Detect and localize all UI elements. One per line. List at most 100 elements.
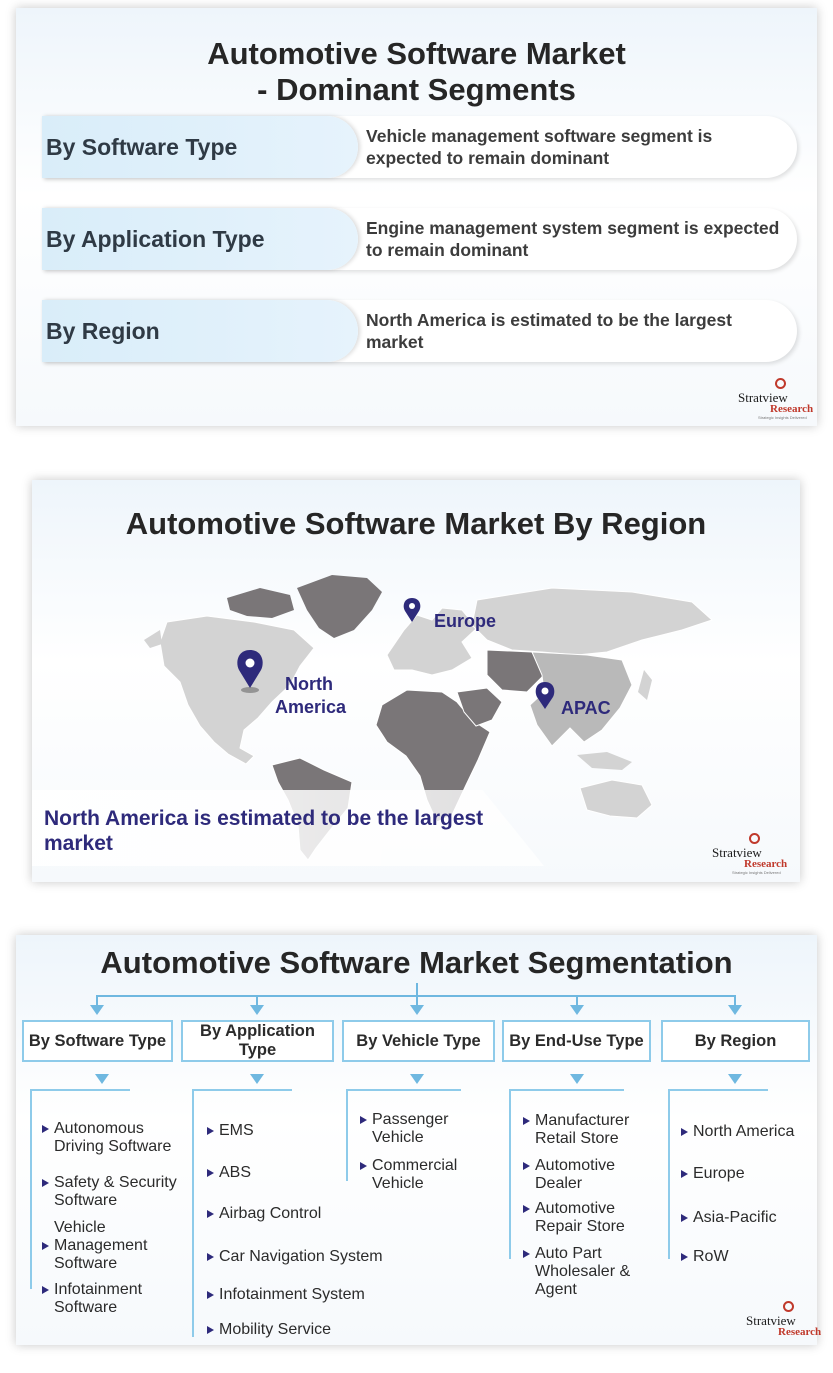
arrow-down-icon [250,1074,264,1084]
list-item: Infotainment Software [42,1281,174,1317]
list-item: Manufacturer Retail Store [523,1112,655,1148]
bullet-arrow-icon [42,1242,49,1250]
list-item: Automotive Repair Store [523,1200,655,1236]
segment-description: Engine management system segment is expe… [366,218,780,260]
list-item-text: ABS [219,1164,252,1181]
category-region: By Region [661,1020,810,1062]
bullet-arrow-icon [42,1179,49,1187]
japan-shape [638,670,652,700]
alaska-shape [144,630,162,648]
list-item-text: Automotive Dealer [535,1157,616,1192]
group-vertical-line [668,1089,670,1259]
highlight-banner-text: North America is estimated to be the lar… [44,807,484,855]
list-item: ABS [207,1164,252,1182]
stratview-logo: Stratview Research [746,1301,826,1341]
segment-row-software: By Software Type Vehicle management soft… [42,116,797,178]
group-vertical-line [346,1089,348,1181]
logo-sub: Research [770,403,814,415]
bullet-arrow-icon [207,1291,214,1299]
pin-label-apac: APAC [561,698,611,718]
bullet-arrow-icon [207,1169,214,1177]
list-item-text: Car Navigation System [219,1248,383,1265]
bullet-arrow-icon [360,1116,367,1124]
logo-ring-icon [775,378,786,389]
bullet-arrow-icon [360,1162,367,1170]
bullet-arrow-icon [207,1253,214,1261]
list-item-text: Airbag Control [219,1205,322,1222]
group-vertical-line [30,1089,32,1289]
segment-description: Vehicle management software segment is e… [366,126,713,168]
bullet-arrow-icon [42,1125,49,1133]
australia-shape [579,779,653,819]
arrow-down-icon [250,1005,264,1015]
list-item-text: Passenger Vehicle [372,1111,449,1146]
list-item-text: Infotainment Software [54,1281,143,1316]
russia-shape [471,587,713,656]
arrow-down-icon [90,1005,104,1015]
logo-ring-icon [783,1301,794,1312]
list-item-text: Commercial Vehicle [372,1157,458,1192]
list-item-text: Asia-Pacific [693,1209,777,1226]
list-item: EMS [207,1122,254,1140]
group-top-line [346,1089,461,1091]
bullet-arrow-icon [523,1162,530,1170]
arctic-islands-shape [227,588,294,618]
arrow-down-icon [410,1005,424,1015]
segmentation-title: Automotive Software Market Segmentation [100,945,733,980]
list-item: Automotive Dealer [523,1157,655,1193]
list-item: Safety & Security Software [42,1174,194,1210]
bullet-arrow-icon [42,1286,49,1294]
logo-tagline: Strategic Insights Delivered [758,415,807,420]
group-vertical-line [509,1089,511,1259]
category-software-type: By Software Type [22,1020,173,1062]
greenland-shape [297,575,382,638]
logo-ring-icon [749,833,760,844]
bullet-arrow-icon [207,1210,214,1218]
segment-label: By Software Type [42,116,358,178]
list-item: North America [681,1123,794,1141]
arrow-down-icon [95,1074,109,1084]
list-item-text: Europe [693,1165,745,1182]
bullet-arrow-icon [681,1214,688,1222]
stratview-logo: Stratview Research Strategic Insights De… [712,833,792,875]
list-item-text: Infotainment System [219,1286,365,1303]
segment-label: By Region [42,300,358,362]
dominant-segments-card: Automotive Software Market - Dominant Se… [16,8,817,426]
list-item: Auto Part Wholesaler & Agent [523,1245,655,1299]
se-asia-shape [577,752,632,770]
list-item: Asia-Pacific [681,1209,777,1227]
logo-sub: Research [778,1326,822,1338]
list-item-text: Manufacturer Retail Store [535,1112,630,1147]
list-item: Europe [681,1165,745,1183]
list-item-text: EMS [219,1122,254,1139]
bullet-arrow-icon [523,1250,530,1258]
group-top-line [668,1089,768,1091]
region-map-card: Automotive Software Market By Region Eur… [32,480,800,882]
arrow-down-icon [570,1074,584,1084]
group-top-line [192,1089,292,1091]
list-item: Infotainment System [207,1286,365,1304]
pin-label-north: North [285,674,333,694]
list-item-text: Safety & Security Software [54,1174,177,1209]
title-line-1: Automotive Software Market [207,36,626,71]
logo-sub: Research [744,858,788,870]
list-item: Commercial Vehicle [360,1157,482,1193]
bullet-arrow-icon [681,1170,688,1178]
bullet-arrow-icon [681,1253,688,1261]
pin-label-europe: Europe [434,611,497,631]
list-item: RoW [681,1248,729,1266]
arrow-down-icon [410,1074,424,1084]
title-line-2: - Dominant Segments [257,72,576,107]
list-item: Vehicle Management Software [42,1219,174,1273]
list-item: Car Navigation System [207,1248,383,1266]
segment-description: North America is estimated to be the lar… [366,310,732,352]
list-item-text: Automotive Repair Store [535,1200,625,1235]
arrow-down-icon [728,1074,742,1084]
bullet-arrow-icon [523,1205,530,1213]
stratview-logo: Stratview Research Strategic Insights De… [738,378,818,420]
list-item-text: Mobility Service [219,1321,332,1338]
bullet-arrow-icon [523,1117,530,1125]
list-item: Mobility Service [207,1321,332,1339]
dominant-segments-title: Automotive Software Market - Dominant Se… [16,36,817,108]
segment-row-region: By Region North America is estimated to … [42,300,797,362]
